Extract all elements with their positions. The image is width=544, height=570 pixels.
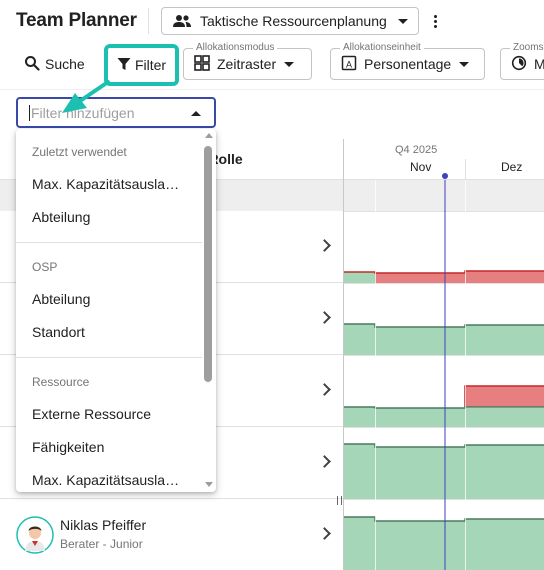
dropdown-section-title: Ressource xyxy=(32,375,90,389)
dropdown-item[interactable]: Externe Ressource xyxy=(32,406,188,422)
dropdown-section-title: OSP xyxy=(32,260,58,274)
filter-button[interactable]: Filter xyxy=(104,44,179,86)
timeline-header: Q4 2025 Nov Dez xyxy=(344,139,544,180)
person-name: Niklas Pfeiffer xyxy=(60,517,147,533)
search-button[interactable]: Suche xyxy=(24,53,85,75)
dropdown-item[interactable]: Max. Kapazitätsausla… xyxy=(32,472,188,488)
allocation-unit-select[interactable]: Allokationseinheit A Personentage xyxy=(330,42,485,80)
text-cursor xyxy=(29,104,30,121)
chevron-right-icon[interactable] xyxy=(318,455,331,468)
timeline-bars xyxy=(344,159,544,570)
filter-dropdown: Zuletzt verwendet Max. Kapazitätsausla… … xyxy=(16,129,216,492)
search-icon xyxy=(24,55,40,74)
allocation-mode-legend: Allokationsmodus xyxy=(193,42,278,54)
svg-text:A: A xyxy=(346,59,352,69)
zoom-value: M xyxy=(534,56,544,72)
filter-input-placeholder: Filter hinzufügen xyxy=(31,104,135,121)
column-resize-handle[interactable] xyxy=(337,496,342,505)
scroll-down-icon[interactable] xyxy=(205,482,213,487)
zoom-legend: Zooms xyxy=(510,42,544,54)
chevron-right-icon[interactable] xyxy=(318,311,331,324)
filter-input[interactable]: Filter hinzufügen xyxy=(16,97,216,128)
chevron-down-icon xyxy=(398,18,408,24)
dropdown-divider xyxy=(16,242,202,243)
dropdown-item[interactable]: Fähigkeiten xyxy=(32,439,188,455)
scroll-up-icon[interactable] xyxy=(205,133,213,138)
dropdown-item[interactable]: Max. Kapazitätsausla… xyxy=(32,176,188,192)
chevron-up-icon[interactable] xyxy=(191,111,201,116)
search-button-label: Suche xyxy=(45,56,85,72)
allocation-mode-select[interactable]: Allokationsmodus Zeitraster xyxy=(183,42,312,80)
timelapse-icon xyxy=(511,55,527,74)
dropdown-divider xyxy=(16,357,202,358)
planner-select-value: Taktische Ressourcenplanung xyxy=(200,13,387,29)
chevron-right-icon[interactable] xyxy=(318,239,331,252)
dropdown-item[interactable]: Standort xyxy=(32,324,188,340)
chevron-right-icon[interactable] xyxy=(318,383,331,396)
filter-button-label: Filter xyxy=(134,57,167,73)
planner-select[interactable]: Taktische Ressourcenplanung xyxy=(161,7,419,35)
people-icon xyxy=(172,14,194,28)
table-row[interactable]: Niklas Pfeiffer Berater - Junior xyxy=(0,499,343,570)
allocation-mode-value: Zeitraster xyxy=(217,56,277,72)
dropdown-section-title: Zuletzt verwendet xyxy=(32,145,127,159)
chevron-right-icon[interactable] xyxy=(318,527,331,540)
filter-icon xyxy=(117,57,131,74)
allocation-unit-value: Personentage xyxy=(364,56,452,72)
chevron-down-icon xyxy=(284,61,295,67)
chevron-down-icon xyxy=(459,61,470,67)
more-vert-icon[interactable] xyxy=(428,10,442,32)
timeline[interactable]: Q4 2025 Nov Dez xyxy=(343,139,544,570)
person-role: Berater - Junior xyxy=(60,537,143,551)
month-label: Dez xyxy=(501,160,523,174)
dropdown-scrollbar[interactable] xyxy=(204,129,214,492)
scrollbar-thumb[interactable] xyxy=(204,146,212,382)
title-divider xyxy=(148,8,149,34)
calendar-day-icon: A xyxy=(341,55,357,74)
avatar xyxy=(16,516,54,554)
dropdown-item[interactable]: Abteilung xyxy=(32,291,188,307)
month-label: Nov xyxy=(410,160,432,174)
toolbar-divider xyxy=(0,89,544,90)
zoom-select[interactable]: Zooms M xyxy=(500,42,544,80)
grid-icon xyxy=(194,54,210,74)
page-title: Team Planner xyxy=(16,10,137,31)
allocation-unit-legend: Allokationseinheit xyxy=(340,42,424,54)
quarter-label: Q4 2025 xyxy=(395,144,438,156)
dropdown-item[interactable]: Abteilung xyxy=(32,209,188,225)
